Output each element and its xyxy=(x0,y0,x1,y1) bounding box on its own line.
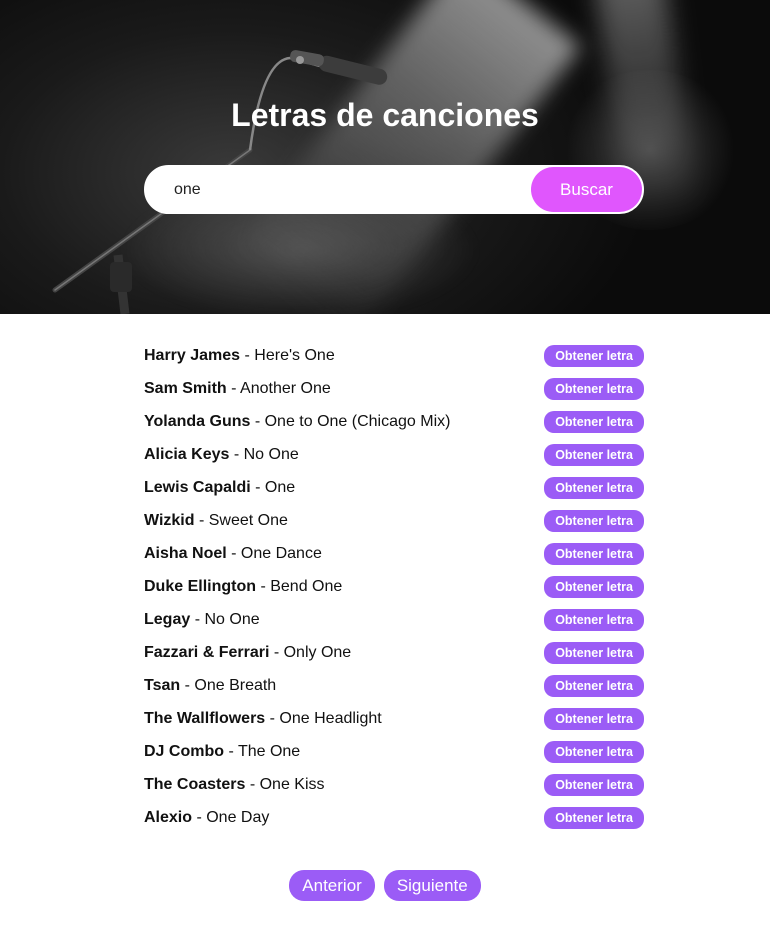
artist-name: Wizkid xyxy=(144,511,195,529)
song-title: One Kiss xyxy=(259,775,325,793)
pagination: Anterior Siguiente xyxy=(0,870,770,901)
get-lyrics-button[interactable]: Obtener letra xyxy=(544,740,644,763)
previous-page-button[interactable]: Anterior xyxy=(289,870,375,901)
artist-name: Tsan xyxy=(144,676,181,694)
song-info: Yolanda Guns - One to One (Chicago Mix) xyxy=(144,412,451,430)
list-item: Wizkid - Sweet One Obtener letra xyxy=(144,504,644,537)
artist-name: DJ Combo xyxy=(144,742,224,760)
artist-name: Lewis Capaldi xyxy=(144,478,251,496)
get-lyrics-button[interactable]: Obtener letra xyxy=(544,773,644,796)
list-item: The Wallflowers - One Headlight Obtener … xyxy=(144,702,644,735)
artist-name: The Coasters xyxy=(144,775,246,793)
song-info: Wizkid - Sweet One xyxy=(144,511,288,529)
song-info: Lewis Capaldi - One xyxy=(144,478,296,496)
list-item: Fazzari & Ferrari - Only One Obtener let… xyxy=(144,636,644,669)
song-info: Duke Ellington - Bend One xyxy=(144,577,343,595)
song-info: DJ Combo - The One xyxy=(144,742,301,760)
song-title: Another One xyxy=(240,379,331,397)
song-info: Alicia Keys - No One xyxy=(144,445,299,463)
get-lyrics-button[interactable]: Obtener letra xyxy=(544,410,644,433)
get-lyrics-button[interactable]: Obtener letra xyxy=(544,377,644,400)
get-lyrics-button[interactable]: Obtener letra xyxy=(544,707,644,730)
song-info: Aisha Noel - One Dance xyxy=(144,544,322,562)
search-input[interactable] xyxy=(146,167,531,212)
list-item: Yolanda Guns - One to One (Chicago Mix) … xyxy=(144,405,644,438)
get-lyrics-button[interactable]: Obtener letra xyxy=(544,674,644,697)
artist-name: Alexio xyxy=(144,808,193,826)
song-info: Alexio - One Day xyxy=(144,808,270,826)
get-lyrics-button[interactable]: Obtener letra xyxy=(544,542,644,565)
hero-header: Letras de canciones Buscar xyxy=(0,0,770,314)
artist-name: Harry James xyxy=(144,346,241,364)
search-form: Buscar xyxy=(144,165,644,214)
get-lyrics-button[interactable]: Obtener letra xyxy=(544,344,644,367)
microphone-stand-image xyxy=(52,50,388,314)
song-title: Sweet One xyxy=(208,511,288,529)
song-title: One xyxy=(264,478,296,496)
list-item: Legay - No One Obtener letra xyxy=(144,603,644,636)
artist-name: Yolanda Guns xyxy=(144,412,251,430)
song-title: Here's One xyxy=(254,346,335,364)
song-title: One Headlight xyxy=(279,709,382,727)
list-item: Duke Ellington - Bend One Obtener letra xyxy=(144,570,644,603)
search-button[interactable]: Buscar xyxy=(531,167,642,212)
list-item: Lewis Capaldi - One Obtener letra xyxy=(144,471,644,504)
song-info: Harry James - Here's One xyxy=(144,346,335,364)
song-info: Fazzari & Ferrari - Only One xyxy=(144,643,352,661)
list-item: Alicia Keys - No One Obtener letra xyxy=(144,438,644,471)
get-lyrics-button[interactable]: Obtener letra xyxy=(544,443,644,466)
get-lyrics-button[interactable]: Obtener letra xyxy=(544,641,644,664)
song-title: One to One (Chicago Mix) xyxy=(264,412,451,430)
song-title: Only One xyxy=(283,643,352,661)
song-title: No One xyxy=(204,610,260,628)
list-item: The Coasters - One Kiss Obtener letra xyxy=(144,768,644,801)
get-lyrics-button[interactable]: Obtener letra xyxy=(544,806,644,829)
song-title: One Dance xyxy=(240,544,322,562)
list-item: Sam Smith - Another One Obtener letra xyxy=(144,372,644,405)
song-title: Bend One xyxy=(270,577,343,595)
artist-name: Aisha Noel xyxy=(144,544,227,562)
artist-name: Duke Ellington xyxy=(144,577,256,595)
artist-name: Alicia Keys xyxy=(144,445,230,463)
song-title: One Breath xyxy=(194,676,277,694)
next-page-button[interactable]: Siguiente xyxy=(383,870,481,901)
results-list: Harry James - Here's One Obtener letra S… xyxy=(144,339,644,834)
artist-name: The Wallflowers xyxy=(144,709,266,727)
artist-name: Sam Smith xyxy=(144,379,227,397)
song-info: Legay - No One xyxy=(144,610,260,628)
song-title: No One xyxy=(243,445,299,463)
get-lyrics-button[interactable]: Obtener letra xyxy=(544,575,644,598)
list-item: Harry James - Here's One Obtener letra xyxy=(144,339,644,372)
artist-name: Fazzari & Ferrari xyxy=(144,643,270,661)
artist-name: Legay xyxy=(144,610,191,628)
get-lyrics-button[interactable]: Obtener letra xyxy=(544,509,644,532)
list-item: Aisha Noel - One Dance Obtener letra xyxy=(144,537,644,570)
get-lyrics-button[interactable]: Obtener letra xyxy=(544,476,644,499)
song-title: The One xyxy=(237,742,301,760)
get-lyrics-button[interactable]: Obtener letra xyxy=(544,608,644,631)
song-title: One Day xyxy=(206,808,270,826)
song-info: Tsan - One Breath xyxy=(144,676,277,694)
song-info: The Wallflowers - One Headlight xyxy=(144,709,382,727)
list-item: Tsan - One Breath Obtener letra xyxy=(144,669,644,702)
list-item: Alexio - One Day Obtener letra xyxy=(144,801,644,834)
song-info: Sam Smith - Another One xyxy=(144,379,331,397)
list-item: DJ Combo - The One Obtener letra xyxy=(144,735,644,768)
song-info: The Coasters - One Kiss xyxy=(144,775,325,793)
page-title: Letras de canciones xyxy=(231,97,539,133)
